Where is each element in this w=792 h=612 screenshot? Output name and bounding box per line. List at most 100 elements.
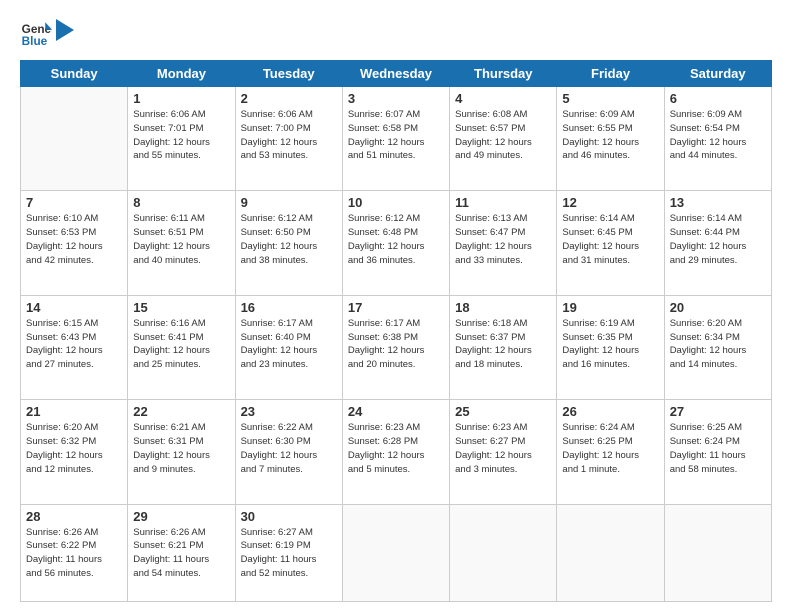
day-info: Sunrise: 6:09 AMSunset: 6:55 PMDaylight:… [562,108,658,163]
calendar-cell [450,504,557,601]
day-number: 2 [241,91,337,106]
logo-icon: General Blue [20,18,52,50]
day-info: Sunrise: 6:15 AMSunset: 6:43 PMDaylight:… [26,317,122,372]
calendar-week-1: 1 Sunrise: 6:06 AMSunset: 7:01 PMDaylight… [21,87,772,191]
day-number: 30 [241,509,337,524]
calendar-week-2: 7 Sunrise: 6:10 AMSunset: 6:53 PMDaylight… [21,191,772,295]
day-header-sunday: Sunday [21,61,128,87]
calendar-cell: 19 Sunrise: 6:19 AMSunset: 6:35 PMDayligh… [557,295,664,399]
day-info: Sunrise: 6:08 AMSunset: 6:57 PMDaylight:… [455,108,551,163]
day-info: Sunrise: 6:13 AMSunset: 6:47 PMDaylight:… [455,212,551,267]
calendar-cell [664,504,771,601]
calendar-week-3: 14 Sunrise: 6:15 AMSunset: 6:43 PMDayligh… [21,295,772,399]
calendar-week-4: 21 Sunrise: 6:20 AMSunset: 6:32 PMDayligh… [21,400,772,504]
calendar-cell: 9 Sunrise: 6:12 AMSunset: 6:50 PMDaylight… [235,191,342,295]
header: General Blue [20,18,772,50]
day-number: 28 [26,509,122,524]
calendar-cell: 23 Sunrise: 6:22 AMSunset: 6:30 PMDayligh… [235,400,342,504]
day-info: Sunrise: 6:16 AMSunset: 6:41 PMDaylight:… [133,317,229,372]
calendar-cell: 30 Sunrise: 6:27 AMSunset: 6:19 PMDayligh… [235,504,342,601]
day-header-tuesday: Tuesday [235,61,342,87]
day-number: 7 [26,195,122,210]
calendar-cell [342,504,449,601]
day-number: 23 [241,404,337,419]
day-info: Sunrise: 6:12 AMSunset: 6:50 PMDaylight:… [241,212,337,267]
day-number: 22 [133,404,229,419]
day-info: Sunrise: 6:24 AMSunset: 6:25 PMDaylight:… [562,421,658,476]
calendar-cell: 17 Sunrise: 6:17 AMSunset: 6:38 PMDayligh… [342,295,449,399]
day-info: Sunrise: 6:23 AMSunset: 6:27 PMDaylight:… [455,421,551,476]
day-info: Sunrise: 6:22 AMSunset: 6:30 PMDaylight:… [241,421,337,476]
calendar-cell: 1 Sunrise: 6:06 AMSunset: 7:01 PMDaylight… [128,87,235,191]
logo-arrow-icon [56,19,74,41]
day-number: 8 [133,195,229,210]
calendar-header-row: SundayMondayTuesdayWednesdayThursdayFrid… [21,61,772,87]
day-number: 14 [26,300,122,315]
day-info: Sunrise: 6:06 AMSunset: 7:00 PMDaylight:… [241,108,337,163]
day-number: 29 [133,509,229,524]
day-number: 13 [670,195,766,210]
day-number: 5 [562,91,658,106]
day-header-thursday: Thursday [450,61,557,87]
day-info: Sunrise: 6:17 AMSunset: 6:40 PMDaylight:… [241,317,337,372]
day-number: 11 [455,195,551,210]
calendar-cell: 12Sunrise: 6:14 AMSunset: 6:45 PMDayligh… [557,191,664,295]
svg-text:Blue: Blue [22,35,48,48]
calendar-cell: 24 Sunrise: 6:23 AMSunset: 6:28 PMDayligh… [342,400,449,504]
day-header-wednesday: Wednesday [342,61,449,87]
day-number: 6 [670,91,766,106]
calendar-cell: 11 Sunrise: 6:13 AMSunset: 6:47 PMDayligh… [450,191,557,295]
day-number: 19 [562,300,658,315]
calendar-cell: 29 Sunrise: 6:26 AMSunset: 6:21 PMDayligh… [128,504,235,601]
day-number: 26 [562,404,658,419]
day-number: 9 [241,195,337,210]
calendar-table: SundayMondayTuesdayWednesdayThursdayFrid… [20,60,772,602]
day-info: Sunrise: 6:10 AMSunset: 6:53 PMDaylight:… [26,212,122,267]
calendar-cell: 20Sunrise: 6:20 AMSunset: 6:34 PMDayligh… [664,295,771,399]
day-header-monday: Monday [128,61,235,87]
day-info: Sunrise: 6:14 AMSunset: 6:44 PMDaylight:… [670,212,766,267]
day-info: Sunrise: 6:27 AMSunset: 6:19 PMDaylight:… [241,526,337,581]
day-header-friday: Friday [557,61,664,87]
day-info: Sunrise: 6:18 AMSunset: 6:37 PMDaylight:… [455,317,551,372]
day-number: 21 [26,404,122,419]
day-number: 1 [133,91,229,106]
day-number: 16 [241,300,337,315]
calendar-cell: 4 Sunrise: 6:08 AMSunset: 6:57 PMDaylight… [450,87,557,191]
day-info: Sunrise: 6:12 AMSunset: 6:48 PMDaylight:… [348,212,444,267]
day-number: 18 [455,300,551,315]
day-info: Sunrise: 6:26 AMSunset: 6:22 PMDaylight:… [26,526,122,581]
calendar-cell: 8 Sunrise: 6:11 AMSunset: 6:51 PMDaylight… [128,191,235,295]
day-info: Sunrise: 6:21 AMSunset: 6:31 PMDaylight:… [133,421,229,476]
day-info: Sunrise: 6:20 AMSunset: 6:34 PMDaylight:… [670,317,766,372]
calendar-cell: 5 Sunrise: 6:09 AMSunset: 6:55 PMDaylight… [557,87,664,191]
calendar-week-5: 28 Sunrise: 6:26 AMSunset: 6:22 PMDayligh… [21,504,772,601]
day-number: 24 [348,404,444,419]
day-number: 27 [670,404,766,419]
calendar-cell [21,87,128,191]
logo: General Blue [20,18,74,50]
day-number: 17 [348,300,444,315]
day-info: Sunrise: 6:20 AMSunset: 6:32 PMDaylight:… [26,421,122,476]
calendar-cell: 10Sunrise: 6:12 AMSunset: 6:48 PMDayligh… [342,191,449,295]
day-info: Sunrise: 6:19 AMSunset: 6:35 PMDaylight:… [562,317,658,372]
calendar-cell: 21 Sunrise: 6:20 AMSunset: 6:32 PMDayligh… [21,400,128,504]
day-info: Sunrise: 6:14 AMSunset: 6:45 PMDaylight:… [562,212,658,267]
day-info: Sunrise: 6:26 AMSunset: 6:21 PMDaylight:… [133,526,229,581]
calendar-cell: 6Sunrise: 6:09 AMSunset: 6:54 PMDaylight… [664,87,771,191]
day-info: Sunrise: 6:11 AMSunset: 6:51 PMDaylight:… [133,212,229,267]
day-number: 4 [455,91,551,106]
day-info: Sunrise: 6:23 AMSunset: 6:28 PMDaylight:… [348,421,444,476]
calendar-cell: 22 Sunrise: 6:21 AMSunset: 6:31 PMDayligh… [128,400,235,504]
calendar-cell [557,504,664,601]
calendar-cell: 14 Sunrise: 6:15 AMSunset: 6:43 PMDayligh… [21,295,128,399]
day-number: 15 [133,300,229,315]
day-number: 25 [455,404,551,419]
calendar-cell: 15 Sunrise: 6:16 AMSunset: 6:41 PMDayligh… [128,295,235,399]
calendar-cell: 7 Sunrise: 6:10 AMSunset: 6:53 PMDaylight… [21,191,128,295]
calendar-cell: 2 Sunrise: 6:06 AMSunset: 7:00 PMDaylight… [235,87,342,191]
calendar-cell: 27Sunrise: 6:25 AMSunset: 6:24 PMDayligh… [664,400,771,504]
day-info: Sunrise: 6:17 AMSunset: 6:38 PMDaylight:… [348,317,444,372]
day-info: Sunrise: 6:07 AMSunset: 6:58 PMDaylight:… [348,108,444,163]
day-info: Sunrise: 6:06 AMSunset: 7:01 PMDaylight:… [133,108,229,163]
